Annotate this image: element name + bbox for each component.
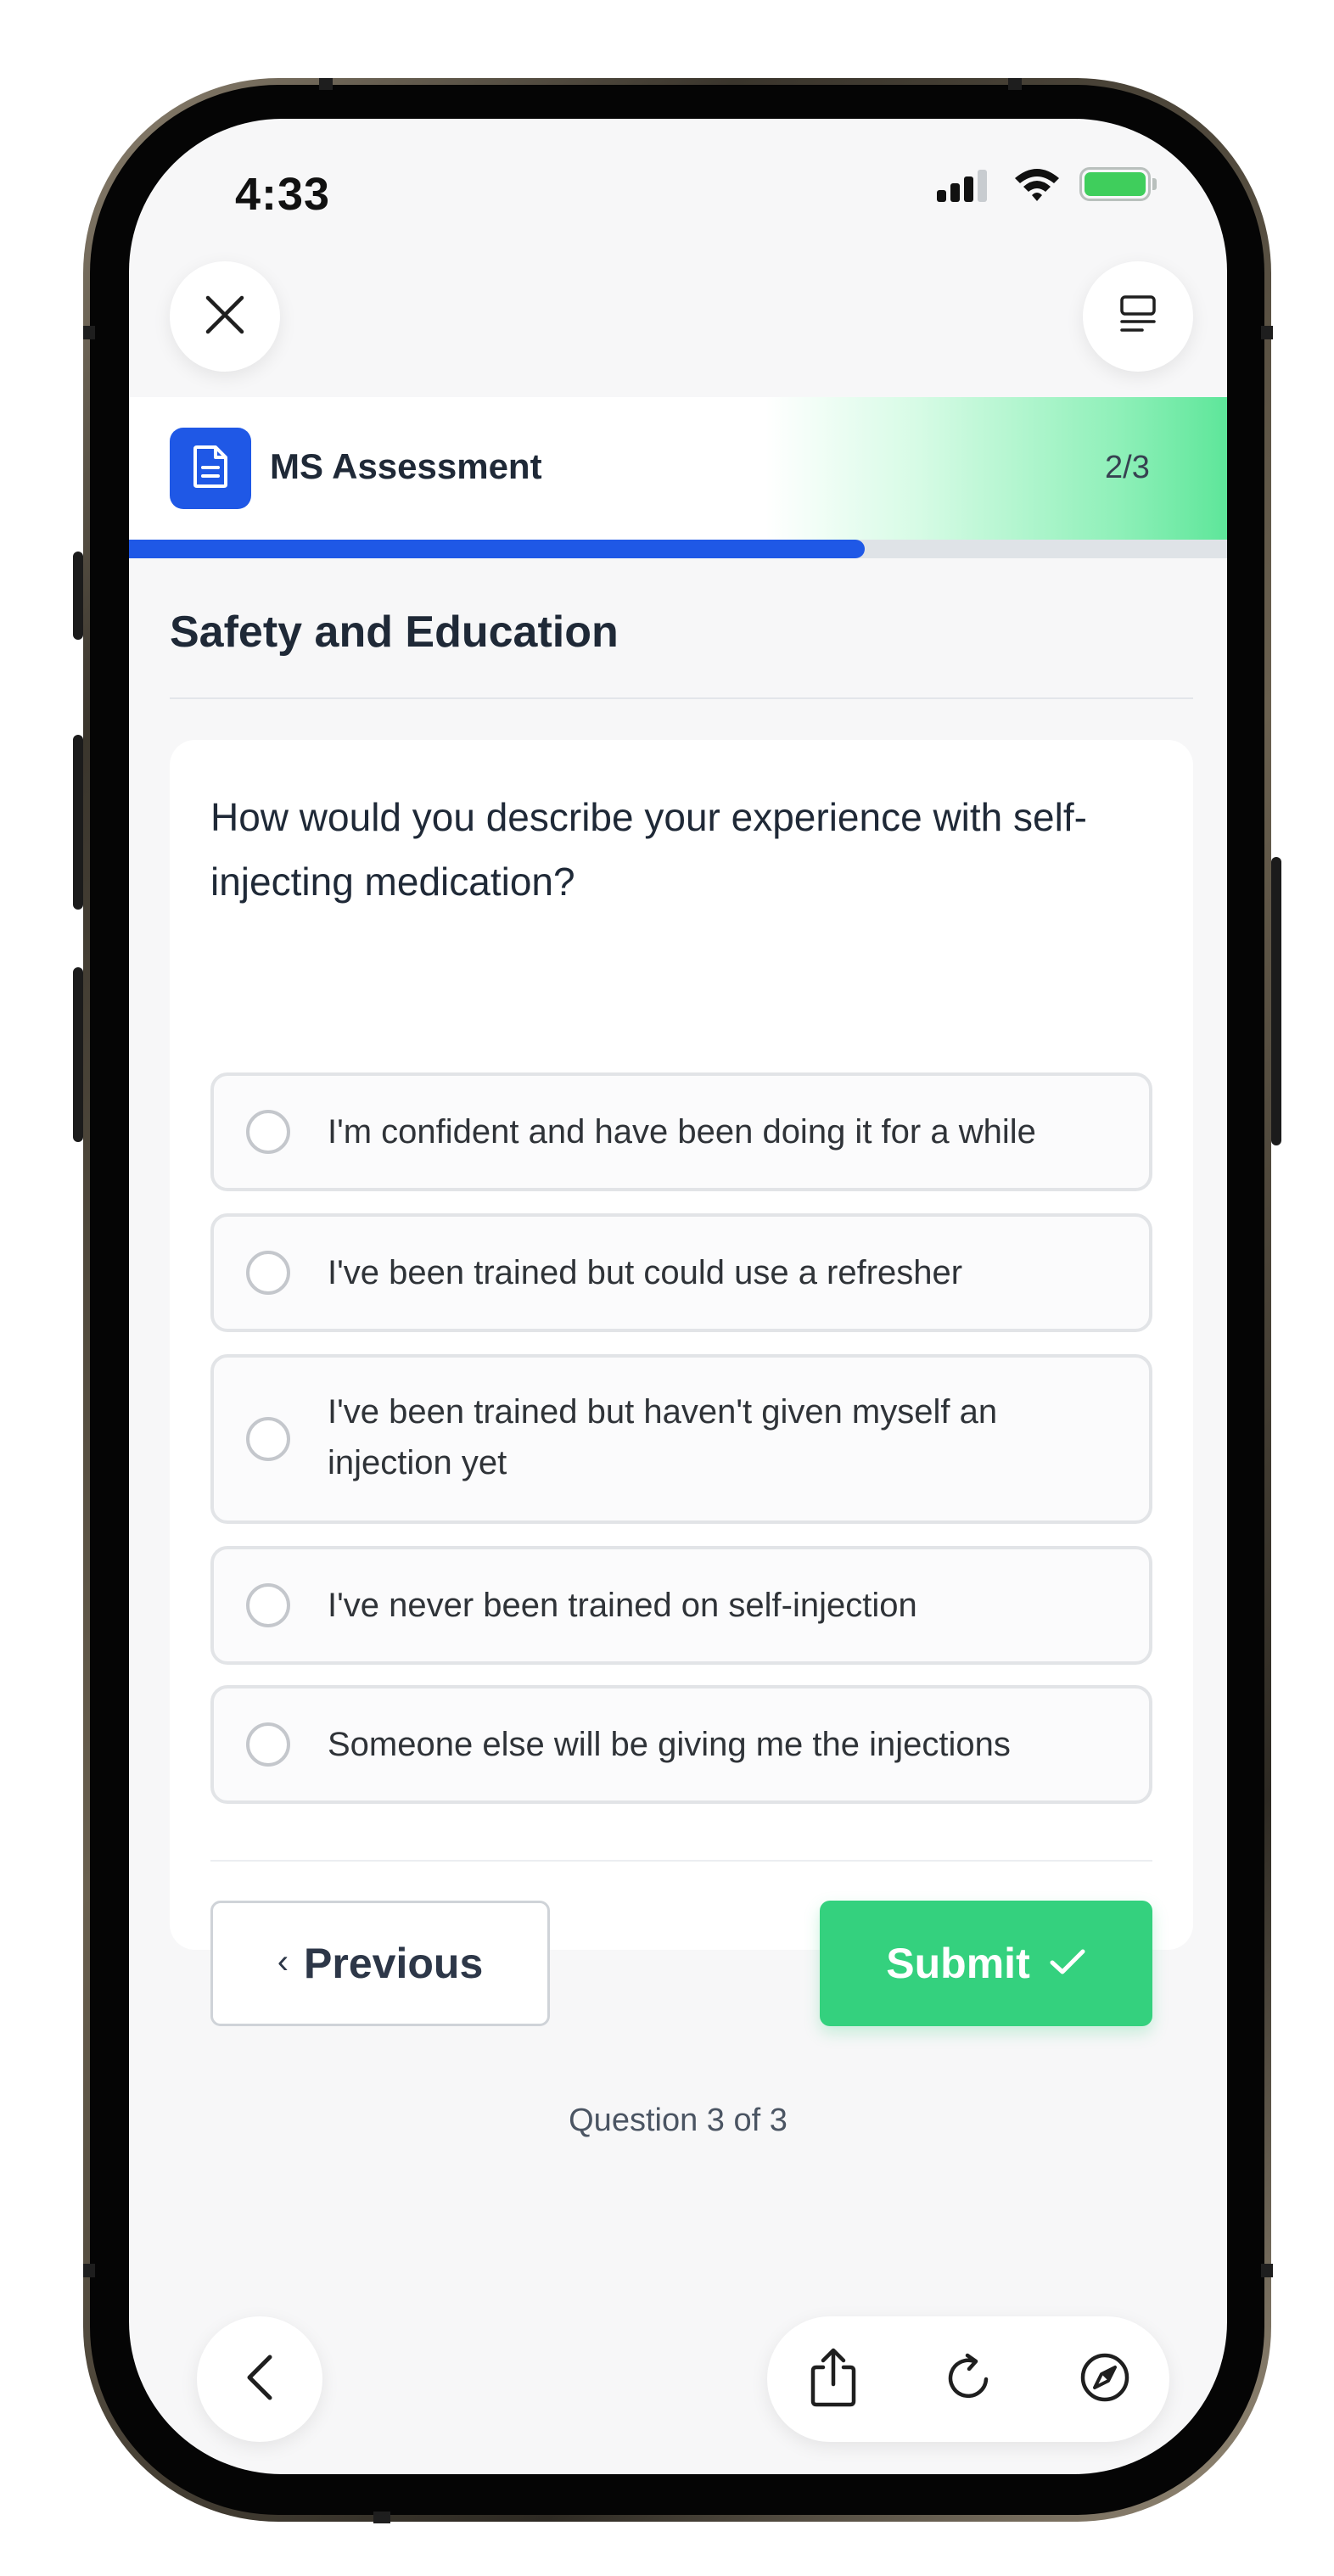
volume-down-button [73,967,83,1142]
answer-option[interactable]: I've been trained but could use a refres… [210,1213,1152,1332]
progress-bar-fill [129,540,865,558]
mute-switch [73,552,83,640]
back-button[interactable] [197,2316,322,2442]
battery-nub [1152,178,1157,190]
volume-up-button [73,735,83,910]
reload-button[interactable] [935,2345,1003,2413]
chevron-left-icon [243,2352,277,2407]
battery-icon [1079,167,1151,201]
close-button[interactable] [170,261,280,372]
signal-icon [937,170,989,202]
antenna-band [1261,2264,1273,2277]
antenna-band [1261,326,1273,339]
question-text: How would you describe your experience w… [210,795,1087,904]
share-icon [806,2347,860,2412]
answer-option-label: I've been trained but haven't given myse… [328,1393,998,1481]
radio-button[interactable] [246,1417,290,1461]
progress-bar [129,540,1227,558]
menu-icon [1117,294,1159,340]
status-time: 4:33 [235,169,331,220]
radio-button[interactable] [246,1110,290,1154]
antenna-band [373,2512,390,2523]
answer-option-label: I've been trained but could use a refres… [328,1254,963,1291]
assessment-title: MS Assessment [270,446,542,486]
reload-icon [942,2350,996,2409]
previous-button-label: Previous [304,1940,484,1987]
question-counter: Question 3 of 3 [569,2103,788,2138]
compass-icon [1078,2350,1132,2409]
submit-button[interactable]: Submit [820,1901,1152,2026]
antenna-band [83,2264,95,2277]
antenna-band [1008,78,1022,90]
document-icon [190,444,231,494]
step-counter: 2/3 [1105,450,1150,485]
answer-option[interactable]: I'm confident and have been doing it for… [210,1072,1152,1191]
card-divider [210,1860,1152,1862]
phone-screen: 4:33 MS Assessment 2/3 Safety and Educat… [129,119,1227,2474]
app-icon [170,428,251,509]
submit-button-label: Submit [886,1940,1030,1987]
answer-option[interactable]: Someone else will be giving me the injec… [210,1685,1152,1804]
antenna-band [319,78,333,90]
answer-option[interactable]: I've never been trained on self-injectio… [210,1546,1152,1665]
answer-option[interactable]: I've been trained but haven't given myse… [210,1354,1152,1524]
power-button [1271,857,1281,1145]
chevron-left-icon: ‹ [277,1942,289,1980]
section-title: Safety and Education [170,608,619,657]
radio-button[interactable] [246,1583,290,1627]
radio-button[interactable] [246,1722,290,1767]
section-divider [170,697,1193,699]
answer-option-label: I've never been trained on self-injectio… [328,1587,917,1624]
wifi-icon [1012,165,1062,204]
answer-option-label: Someone else will be giving me the injec… [328,1726,1011,1763]
radio-button[interactable] [246,1251,290,1295]
checkmark-icon [1049,1947,1086,1980]
answer-option-label: I'm confident and have been doing it for… [328,1113,1036,1151]
antenna-band [83,326,95,339]
compass-button[interactable] [1071,2345,1139,2413]
previous-button[interactable]: ‹ Previous [210,1901,550,2026]
menu-button[interactable] [1083,261,1193,372]
close-icon [201,291,249,343]
share-button[interactable] [799,2345,867,2413]
